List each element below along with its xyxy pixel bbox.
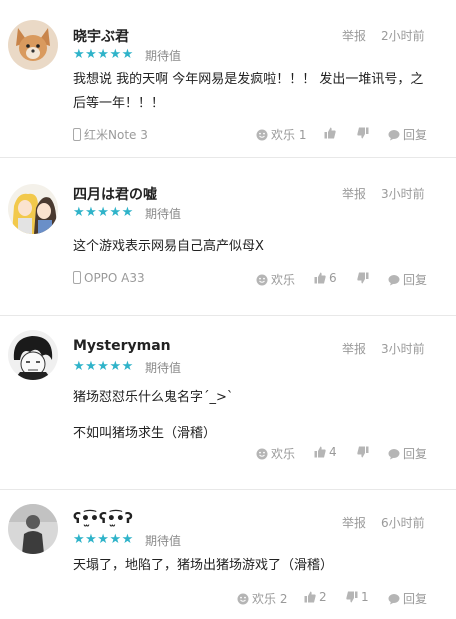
joy-count: 欢乐 1 (271, 128, 307, 142)
comment-text: 猪场怼怼乐什么鬼名字´_>` 不如叫猪场求生（滑稽） (73, 380, 433, 452)
reply-label: 回复 (403, 447, 428, 461)
comment-list: 晓宇ぶ君 举报 2小时前 ★★★★★ 期待值 我想说 我的天啊 今年网易是发疯啦… (0, 0, 456, 619)
chat-bubble-icon (388, 449, 400, 460)
comment-text-line: 天塌了，地陷了，猪场出猪场游戏了（滑稽） (73, 558, 334, 573)
dislike-button[interactable]: 1 (346, 590, 369, 604)
comment-text: 这个游戏表示网易自己高产似母X (73, 235, 433, 259)
avatar-dog-image (8, 20, 58, 70)
joy-button[interactable]: 欢乐 (256, 445, 295, 462)
like-button[interactable]: 2 (304, 590, 327, 604)
username[interactable]: 四月は君の嘘 (73, 184, 157, 204)
dislike-button[interactable] (357, 271, 372, 285)
timestamp: 6小时前 (381, 516, 425, 530)
smile-icon (256, 448, 268, 460)
joy-button[interactable]: 欢乐 2 (237, 590, 287, 607)
username[interactable]: Mysteryman (73, 338, 171, 354)
avatar-sketch-image (8, 330, 58, 380)
avatar-anime-image (8, 184, 58, 234)
like-button[interactable]: 6 (314, 271, 337, 285)
like-button[interactable] (324, 126, 339, 140)
avatar[interactable] (8, 184, 58, 234)
reply-button[interactable]: 回复 (388, 126, 427, 143)
report-link[interactable]: 举报 (342, 514, 366, 531)
thumbs-down-icon (357, 446, 369, 458)
avatar[interactable] (8, 330, 58, 380)
joy-count: 欢乐 (271, 273, 296, 287)
reply-button[interactable]: 回复 (388, 271, 427, 288)
device-label: 红米Note 3 (73, 126, 148, 143)
comment-text-line: 不如叫猪场求生（滑稽） (73, 426, 217, 441)
like-count: 4 (329, 445, 337, 459)
joy-button[interactable]: 欢乐 (256, 271, 295, 288)
rating-stars: ★★★★★ (73, 532, 134, 547)
chat-bubble-icon (388, 594, 400, 605)
device-name: OPPO A33 (84, 271, 145, 285)
comment-text-line: 我想说 我的天啊 今年网易是发疯啦！！！ 发出一堆讯号，之后等一年！！！ (73, 72, 424, 111)
rating-label: 期待值 (145, 49, 182, 63)
thumbs-down-icon (346, 591, 358, 603)
username[interactable]: 晓宇ぶ君 (73, 26, 129, 46)
thumbs-up-icon (324, 127, 336, 139)
comment-text: 我想说 我的天啊 今年网易是发疯啦！！！ 发出一堆讯号，之后等一年！！！ (73, 68, 433, 116)
username[interactable]: ʕ•̫͡•ʕ•̫͡•ʔ (73, 511, 133, 527)
timestamp: 3小时前 (381, 342, 425, 356)
timestamp: 3小时前 (381, 187, 425, 201)
report-link[interactable]: 举报 (342, 340, 366, 357)
like-count: 6 (329, 271, 337, 285)
thumbs-up-icon (314, 446, 326, 458)
joy-count: 欢乐 (271, 447, 296, 461)
thumbs-up-icon (314, 272, 326, 284)
avatar[interactable] (8, 504, 58, 554)
reply-button[interactable]: 回复 (388, 590, 427, 607)
thumbs-up-icon (304, 591, 316, 603)
smile-icon (256, 129, 268, 141)
rating-stars: ★★★★★ (73, 359, 134, 374)
reply-label: 回复 (403, 128, 428, 142)
rating-stars: ★★★★★ (73, 205, 134, 220)
reply-label: 回复 (403, 592, 428, 606)
comment-text-line: 猪场怼怼乐什么鬼名字´_>` (73, 390, 234, 405)
comment-text: 天塌了，地陷了，猪场出猪场游戏了（滑稽） (73, 554, 433, 578)
comment-item: ʕ•̫͡•ʕ•̫͡•ʔ 举报 6小时前 ★★★★★ 期待值 天塌了，地陷了，猪场… (0, 490, 456, 619)
joy-count: 欢乐 2 (252, 592, 288, 606)
smile-icon (237, 593, 249, 605)
joy-button[interactable]: 欢乐 1 (256, 126, 306, 143)
timestamp: 2小时前 (381, 29, 425, 43)
thumbs-down-icon (357, 272, 369, 284)
comment-text-line: 这个游戏表示网易自己高产似母X (73, 239, 264, 254)
rating-stars: ★★★★★ (73, 47, 134, 62)
smile-icon (256, 274, 268, 286)
rating-label: 期待值 (145, 207, 182, 221)
device-name: 红米Note 3 (84, 128, 148, 142)
comment-item: 四月は君の嘘 举报 3小时前 ★★★★★ 期待值 这个游戏表示网易自己高产似母X… (0, 158, 456, 316)
comment-item: Mysteryman 举报 3小时前 ★★★★★ 期待值 猪场怼怼乐什么鬼名字´… (0, 316, 456, 490)
report-link[interactable]: 举报 (342, 185, 366, 202)
dislike-count: 1 (361, 590, 369, 604)
avatar[interactable] (8, 20, 58, 70)
dislike-button[interactable] (357, 126, 372, 140)
chat-bubble-icon (388, 275, 400, 286)
rating-label: 期待值 (145, 534, 182, 548)
chat-bubble-icon (388, 130, 400, 141)
avatar-person-image (8, 504, 58, 554)
report-link[interactable]: 举报 (342, 27, 366, 44)
reply-button[interactable]: 回复 (388, 445, 427, 462)
device-label: OPPO A33 (73, 271, 145, 285)
like-count: 2 (319, 590, 327, 604)
rating-label: 期待值 (145, 361, 182, 375)
thumbs-down-icon (357, 127, 369, 139)
phone-icon (73, 128, 81, 141)
dislike-button[interactable] (357, 445, 372, 459)
comment-item: 晓宇ぶ君 举报 2小时前 ★★★★★ 期待值 我想说 我的天啊 今年网易是发疯啦… (0, 0, 456, 158)
phone-icon (73, 271, 81, 284)
reply-label: 回复 (403, 273, 428, 287)
like-button[interactable]: 4 (314, 445, 337, 459)
